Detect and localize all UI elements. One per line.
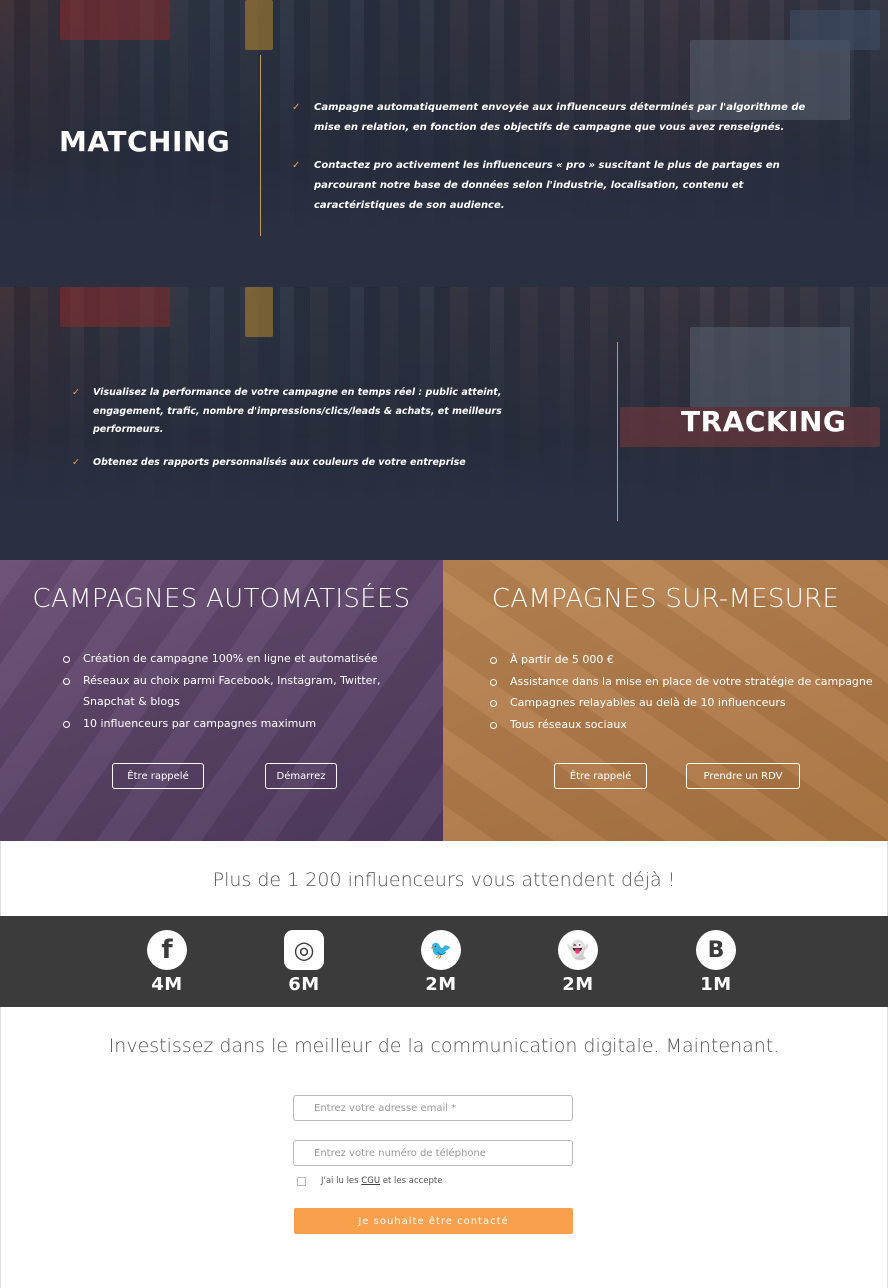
social-count: 1M	[700, 974, 732, 995]
automated-campaigns-title: CAMPAGNES AUTOMATISÉES	[32, 584, 411, 614]
list-item: 10 influenceurs par campagnes maximum	[63, 713, 383, 735]
list-item: Réseaux au choix parmi Facebook, Instagr…	[63, 670, 383, 713]
instagram-icon: ◎	[284, 930, 324, 970]
list-item: À partir de 5 000 €	[490, 649, 880, 671]
tracking-section: ✓ Visualisez la performance de votre camp…	[0, 287, 888, 560]
campaigns-section: CAMPAGNES AUTOMATISÉES Création de campa…	[0, 560, 888, 841]
social-count: 2M	[562, 974, 594, 995]
phone-field[interactable]	[293, 1140, 573, 1166]
social-stats-bar: f 4M ◎ 6M 🐦 2M 👻 2M B 1M	[0, 916, 888, 1007]
social-count: 2M	[425, 974, 457, 995]
influencers-headline: Plus de 1 200 influenceurs vous attenden…	[212, 869, 676, 891]
list-item: Campagnes relayables au delà de 10 influ…	[490, 692, 880, 714]
cgu-link[interactable]: CGU	[361, 1176, 380, 1186]
social-count: 4M	[151, 974, 183, 995]
list-item: ✓ Campagne automatiquement envoyée aux in…	[292, 98, 832, 138]
list-item: Création de campagne 100% en ligne et au…	[63, 648, 383, 670]
social-stat-snapchat: 👻 2M	[548, 930, 608, 995]
matching-list: ✓ Campagne automatiquement envoyée aux in…	[292, 98, 832, 234]
matching-divider	[260, 55, 261, 236]
matching-section: MATCHING ✓ Campagne automatiquement envoy…	[0, 0, 888, 287]
consent-text-before: J'ai lu les	[321, 1176, 359, 1186]
custom-features-list: À partir de 5 000 € Assistance dans la m…	[490, 649, 880, 735]
custom-callback-button[interactable]: Être rappelé	[554, 763, 647, 789]
automated-features-list: Création de campagne 100% en ligne et au…	[63, 648, 383, 734]
social-stat-blogger: B 1M	[686, 930, 746, 995]
social-count: 6M	[288, 974, 320, 995]
automated-callback-button[interactable]: Être rappelé	[112, 763, 204, 789]
check-icon: ✓	[72, 387, 80, 398]
automated-campaigns-panel: CAMPAGNES AUTOMATISÉES Création de campa…	[0, 560, 443, 841]
social-stat-instagram: ◎ 6M	[274, 930, 334, 995]
tracking-divider	[617, 342, 618, 521]
list-item: Assistance dans la mise en place de votr…	[490, 671, 880, 693]
custom-campaigns-title: CAMPAGNES SUR-MESURE	[491, 584, 840, 614]
consent-text-after: et les accepte	[382, 1176, 443, 1186]
twitter-icon: 🐦	[421, 930, 461, 970]
email-field[interactable]	[293, 1095, 573, 1121]
tracking-list: ✓ Visualisez la performance de votre camp…	[72, 384, 572, 486]
contact-lead: Investissez dans le meilleur de la commu…	[108, 1035, 780, 1057]
consent-row: J'ai lu les CGU et les accepte	[297, 1176, 442, 1186]
tracking-title: TRACKING	[681, 405, 847, 438]
list-item: ✓ Obtenez des rapports personnalisés aux …	[72, 454, 572, 473]
facebook-icon: f	[147, 930, 187, 970]
consent-checkbox[interactable]	[297, 1176, 306, 1186]
social-stat-twitter: 🐦 2M	[411, 930, 471, 995]
submit-contact-button[interactable]: Je souhaite être contacté	[294, 1208, 573, 1234]
list-item: ✓ Contactez pro activement les influenceu…	[292, 156, 832, 216]
blogger-icon: B	[696, 930, 736, 970]
start-button[interactable]: Démarrez	[265, 763, 337, 789]
influencers-headline-band: Plus de 1 200 influenceurs vous attenden…	[0, 841, 888, 916]
snapchat-icon: 👻	[558, 930, 598, 970]
matching-title: MATCHING	[59, 125, 231, 158]
social-stat-facebook: f 4M	[137, 930, 197, 995]
custom-campaigns-panel: CAMPAGNES SUR-MESURE À partir de 5 000 €…	[443, 560, 888, 841]
check-icon: ✓	[72, 456, 80, 468]
check-icon: ✓	[292, 160, 301, 171]
list-item: Tous réseaux sociaux	[490, 714, 880, 736]
contact-section: Investissez dans le meilleur de la commu…	[0, 1007, 888, 1288]
list-item: ✓ Visualisez la performance de votre camp…	[72, 384, 572, 440]
book-appointment-button[interactable]: Prendre un RDV	[686, 763, 800, 789]
check-icon: ✓	[292, 102, 301, 113]
